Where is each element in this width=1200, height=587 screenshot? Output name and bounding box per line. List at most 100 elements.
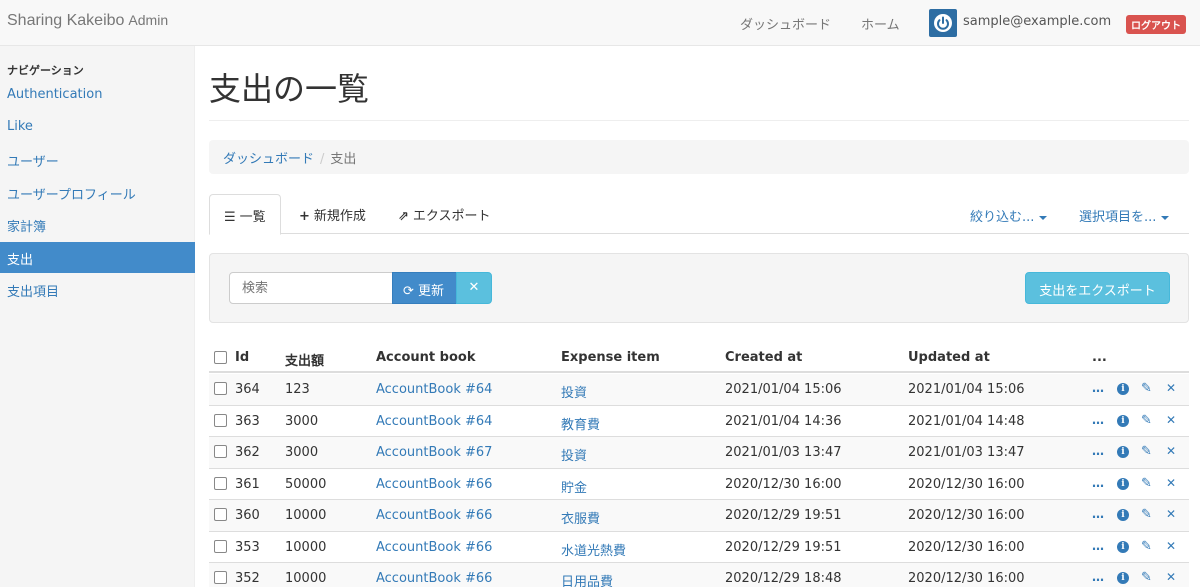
delete-icon[interactable]: ✕ [1166, 539, 1176, 553]
cell-expense-item-link[interactable]: 貯金 [561, 477, 587, 496]
cell-id: 360 [235, 508, 260, 523]
cell-account-book-link[interactable]: AccountBook #66 [376, 571, 492, 586]
logout-button[interactable]: ログアウト [1126, 15, 1186, 34]
row-checkbox[interactable] [214, 508, 227, 521]
tab-export[interactable]: ⇗ エクスポート [384, 194, 505, 234]
cell-account-book-link[interactable]: AccountBook #66 [376, 508, 492, 523]
sidebar-item-expense-items[interactable]: 支出項目 [0, 274, 195, 305]
row-more-button[interactable]: … [1092, 381, 1104, 395]
filter-dropdown[interactable]: 絞り込む... [970, 206, 1048, 225]
delete-icon[interactable]: ✕ [1166, 507, 1176, 521]
row-more-button[interactable]: … [1092, 413, 1104, 427]
delete-icon[interactable]: ✕ [1166, 381, 1176, 395]
bulk-action-dropdown[interactable]: 選択項目を... [1079, 206, 1170, 225]
row-checkbox[interactable] [214, 539, 227, 553]
breadcrumb-separator: / [320, 152, 325, 167]
cell-expense-item-link[interactable]: 投資 [561, 382, 587, 401]
info-icon[interactable]: i [1117, 572, 1129, 584]
cell-expense-item-link[interactable]: 投資 [561, 445, 587, 464]
nav-link-home[interactable]: ホーム [861, 14, 900, 33]
row-checkbox[interactable] [214, 445, 227, 458]
search-input[interactable] [229, 272, 393, 304]
select-all-checkbox[interactable] [214, 351, 227, 364]
tab-list-label: 一覧 [239, 210, 266, 225]
header-updated-at[interactable]: Updated at [908, 350, 990, 365]
brand-sub[interactable]: Admin [128, 12, 168, 28]
info-icon[interactable]: i [1117, 383, 1129, 395]
delete-icon[interactable]: ✕ [1166, 444, 1176, 458]
cell-account-book-link[interactable]: AccountBook #66 [376, 540, 492, 555]
list-icon: ☰ [224, 210, 236, 225]
row-more-button[interactable]: … [1092, 539, 1104, 553]
row-more-button[interactable]: … [1092, 476, 1104, 490]
brand-name[interactable]: Sharing Kakeibo [7, 12, 124, 29]
edit-icon[interactable]: ✎ [1141, 476, 1152, 491]
row-checkbox[interactable] [214, 571, 227, 584]
cell-created-at: 2020/12/30 16:00 [725, 476, 842, 492]
sidebar-item-users[interactable]: ユーザー [0, 144, 195, 175]
edit-icon[interactable]: ✎ [1141, 539, 1152, 554]
cell-account-book-link[interactable]: AccountBook #64 [376, 414, 492, 429]
info-icon[interactable]: i [1117, 509, 1129, 521]
sidebar-item-like[interactable]: Like [0, 112, 195, 143]
cell-amount: 10000 [285, 571, 327, 586]
cell-expense-item-link[interactable]: 教育費 [561, 414, 600, 433]
cell-account-book-link[interactable]: AccountBook #67 [376, 445, 492, 460]
row-more-button[interactable]: … [1092, 507, 1104, 521]
user-email[interactable]: sample@example.com [963, 14, 1111, 29]
cell-account-book-link[interactable]: AccountBook #66 [376, 477, 492, 492]
row-checkbox[interactable] [214, 413, 227, 427]
cell-created-at: 2021/01/03 13:47 [725, 445, 842, 460]
table-row: 352 10000 AccountBook #66 日用品費 2020/12/29 18… [209, 563, 1189, 587]
clear-search-button[interactable]: ✕ [456, 272, 492, 304]
cell-created-at: 2020/12/29 19:51 [725, 539, 842, 555]
page-title: 支出の一覧 [209, 70, 370, 108]
table-row: 360 10000 AccountBook #66 衣服費 2020/12/29 19:… [209, 500, 1189, 532]
refresh-label: 更新 [418, 284, 445, 299]
refresh-button[interactable]: ⟳ 更新 [392, 272, 457, 304]
cell-expense-item-link[interactable]: 水道光熱費 [561, 540, 626, 559]
edit-icon[interactable]: ✎ [1141, 507, 1152, 522]
cell-created-at: 2020/12/29 18:48 [725, 571, 842, 586]
header-expense-item[interactable]: Expense item [561, 350, 660, 365]
brand[interactable]: Sharing Kakeibo Admin [7, 12, 168, 30]
cell-expense-item-link[interactable]: 衣服費 [561, 508, 600, 527]
row-checkbox[interactable] [214, 382, 227, 395]
info-icon[interactable]: i [1117, 540, 1129, 553]
cell-account-book-link[interactable]: AccountBook #64 [376, 382, 492, 397]
sidebar-item-expenses[interactable]: 支出 [0, 242, 195, 273]
edit-icon[interactable]: ✎ [1141, 570, 1152, 585]
header-account-book[interactable]: Account book [376, 350, 475, 365]
sidebar-item-authentication[interactable]: Authentication [0, 80, 195, 111]
sidebar-item-user-profiles[interactable]: ユーザープロフィール [0, 177, 195, 208]
row-more-button[interactable]: … [1092, 444, 1104, 458]
cell-updated-at: 2020/12/30 16:00 [908, 476, 1025, 492]
edit-icon[interactable]: ✎ [1141, 413, 1152, 428]
row-checkbox[interactable] [214, 476, 227, 490]
table-header: Id 支出額 Account book Expense item Created… [209, 342, 1189, 373]
delete-icon[interactable]: ✕ [1166, 413, 1176, 427]
edit-icon[interactable]: ✎ [1141, 381, 1152, 396]
cell-expense-item-link[interactable]: 日用品費 [561, 571, 613, 587]
row-more-button[interactable]: … [1092, 570, 1104, 584]
info-icon[interactable]: i [1117, 477, 1129, 490]
breadcrumb-dashboard[interactable]: ダッシュボード [223, 152, 314, 167]
tab-list[interactable]: ☰ 一覧 [209, 194, 281, 235]
header-id[interactable]: Id [235, 350, 249, 365]
tab-new[interactable]: + 新規作成 [285, 194, 380, 234]
sidebar-item-account-books[interactable]: 家計簿 [0, 209, 195, 240]
table-row: 362 3000 AccountBook #67 投資 2021/01/03 13:47… [209, 437, 1189, 469]
info-icon[interactable]: i [1117, 446, 1129, 458]
cell-id: 363 [235, 413, 260, 429]
delete-icon[interactable]: ✕ [1166, 570, 1176, 584]
header-created-at[interactable]: Created at [725, 350, 802, 365]
export-expenses-button[interactable]: 支出をエクスポート [1025, 272, 1170, 304]
edit-icon[interactable]: ✎ [1141, 444, 1152, 459]
cell-id: 362 [235, 445, 260, 460]
delete-icon[interactable]: ✕ [1166, 476, 1176, 490]
header-amount[interactable]: 支出額 [285, 350, 324, 369]
nav-link-dashboard[interactable]: ダッシュボード [740, 14, 831, 33]
avatar[interactable] [929, 9, 957, 37]
info-icon[interactable]: i [1117, 414, 1129, 427]
cell-amount: 123 [285, 382, 310, 397]
